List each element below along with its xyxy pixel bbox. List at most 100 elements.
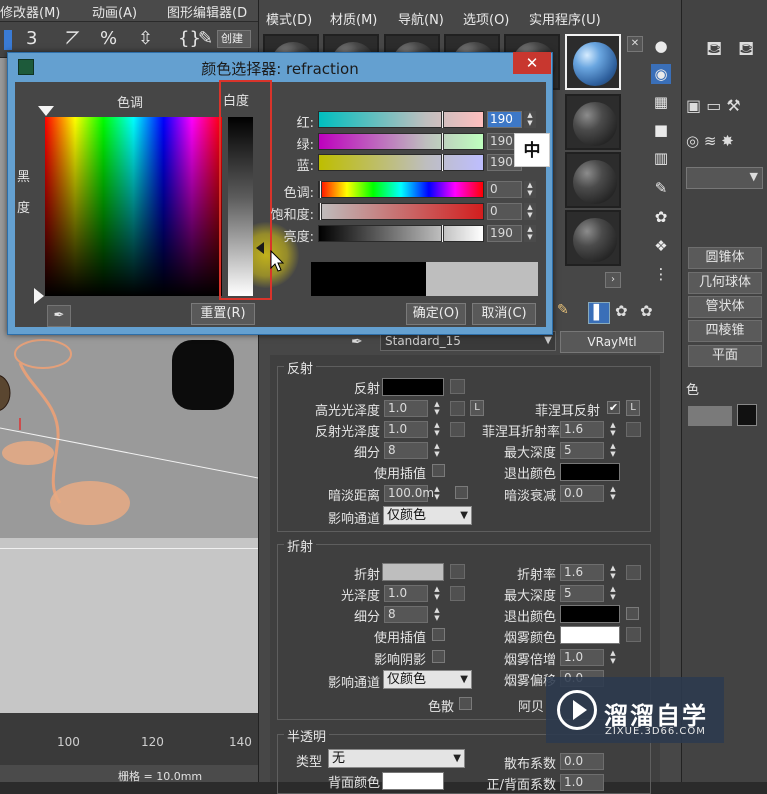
green-slider[interactable] [318,133,484,150]
material-slot[interactable] [565,152,621,208]
object-type-dropdown[interactable]: ▼ [686,167,763,189]
refract-color-swatch[interactable] [382,563,444,581]
material-navigator-icon[interactable]: ⋮ [651,264,671,284]
dim-distance-input[interactable]: 100.0m [384,485,434,502]
refr-gloss-input[interactable]: 1.0 [384,585,428,602]
dialog-close-button[interactable]: ✕ [513,52,551,74]
green-slider-handle[interactable] [441,133,444,150]
dim-distance-checkbox[interactable] [455,486,468,499]
value-value-input[interactable]: 190 [487,225,522,242]
ok-button[interactable]: 确定(O) [406,303,466,325]
teapot-icon[interactable]: ⛾ [706,36,722,63]
refl-exit-color-swatch[interactable] [560,463,620,481]
snap-3d-icon[interactable]: 3 [26,28,37,49]
refr-max-depth-input[interactable]: 5 [560,585,604,602]
pyramid-button[interactable]: 四棱锥 [688,320,762,342]
pick-material-icon[interactable]: ✎ [557,302,577,322]
blackness-marker[interactable] [34,288,44,304]
teapot-icon-2[interactable]: ⛾ [738,36,754,63]
ior-stepper[interactable]: ▲ ▼ [608,564,618,581]
material-slot-selected[interactable] [565,34,621,90]
material-type-button[interactable]: VRayMtl [560,331,664,353]
value-stepper[interactable]: ▲ ▼ [524,225,536,242]
background-checker-icon[interactable]: ▦ [651,92,671,112]
refract-map-button[interactable] [450,564,465,579]
blue-slider-handle[interactable] [441,154,444,171]
saturation-slider-handle[interactable] [319,203,322,220]
fresnel-ior-input[interactable]: 1.6 [560,421,604,438]
blue-slider[interactable] [318,154,484,171]
reflect-map-button[interactable] [450,379,465,394]
show-map-icon[interactable]: ▌ [588,302,610,324]
back-side-color-swatch[interactable] [382,772,444,790]
dispersion-checkbox[interactable] [459,697,472,710]
reset-button[interactable]: 重置(R) [191,303,255,325]
saturation-stepper[interactable]: ▲ ▼ [524,203,536,220]
percent-snap-icon[interactable]: % [100,28,117,49]
refr-use-interp-checkbox[interactable] [432,628,445,641]
time-ruler[interactable] [0,713,258,765]
refr-subdivs-stepper[interactable]: ▲ ▼ [432,606,442,623]
fog-color-map-button[interactable] [626,627,641,642]
show-end-result-icon[interactable]: ✿ [640,302,653,320]
refr-gloss-stepper[interactable]: ▲ ▼ [432,585,442,602]
translucency-type-dropdown[interactable]: 无 ▼ [328,749,465,768]
backlight-icon[interactable]: ◉ [651,64,671,84]
hilight-gloss-stepper[interactable]: ▲ ▼ [432,400,442,417]
material-effects-icon[interactable]: ✿ [615,302,628,320]
menu-utilities[interactable]: 实用程序(U) [529,9,601,28]
refl-subdivs-stepper[interactable]: ▲ ▼ [432,442,442,459]
toolbar-selected-icon[interactable] [4,30,12,50]
spinner-snap-icon[interactable]: ⇳ [138,28,153,49]
sample-type-icon[interactable]: ● [651,36,671,56]
fwd-back-coeff-input[interactable]: 1.0 [560,774,604,791]
fog-color-swatch[interactable] [560,626,620,644]
uv-tiling-icon[interactable]: ■ [651,120,671,140]
hue-channel-slider[interactable] [318,181,484,198]
ior-input[interactable]: 1.6 [560,564,604,581]
chevron-right-icon[interactable]: › [605,272,621,288]
fog-multiplier-stepper[interactable]: ▲ ▼ [608,649,618,666]
fresnel-ior-map-button[interactable] [626,422,641,437]
refl-affect-channels-dropdown[interactable]: 仅颜色 ▼ [383,506,472,525]
hue-value-input[interactable]: 0 [487,181,522,198]
create-selection-button[interactable]: 创建 [217,30,251,48]
select-by-material-icon[interactable]: ❖ [651,236,671,256]
menu-modes[interactable]: 模式(D) [266,9,312,28]
name-field[interactable] [688,406,732,426]
tube-button[interactable]: 管状体 [688,296,762,318]
saturation-slider[interactable] [318,203,484,220]
eyedropper-icon[interactable]: ✒ [351,334,363,350]
refr-affect-channels-dropdown[interactable]: 仅颜色 ▼ [383,670,472,689]
hue-stepper[interactable]: ▲ ▼ [524,181,536,198]
refr-subdivs-input[interactable]: 8 [384,606,428,623]
object-color-swatch[interactable] [737,404,757,426]
refl-max-depth-stepper[interactable]: ▲ ▼ [608,442,618,459]
dim-falloff-input[interactable]: 0.0 [560,485,604,502]
hilight-lock-button[interactable]: L [470,400,484,416]
panel-tab-icons[interactable]: ▣ ▭ ⚒ [686,96,741,115]
hue-slider-handle[interactable] [319,181,322,198]
refl-subdivs-input[interactable]: 8 [384,442,428,459]
dim-distance-stepper[interactable]: ▲ ▼ [432,485,442,502]
options-icon[interactable]: ✿ [651,207,671,227]
red-value-input[interactable]: 190 [487,111,522,128]
menu-material[interactable]: 材质(M) [330,9,377,28]
fresnel-lock-button[interactable]: L [626,400,640,416]
ior-map-button[interactable] [626,565,641,580]
refl-gloss-map-button[interactable] [450,422,465,437]
refr-exit-color-checkbox[interactable] [626,607,639,620]
refl-max-depth-input[interactable]: 5 [560,442,604,459]
cone-button[interactable]: 圆锥体 [688,247,762,269]
red-slider-handle[interactable] [441,111,444,128]
menu-navigation[interactable]: 导航(N) [398,9,444,28]
hue-blackness-field[interactable] [45,117,222,296]
refl-gloss-input[interactable]: 1.0 [384,421,428,438]
angle-snap-icon[interactable]: ⦢ [66,28,80,49]
material-slot[interactable] [565,210,621,266]
dim-falloff-stepper[interactable]: ▲ ▼ [608,485,618,502]
cancel-button[interactable]: 取消(C) [472,303,536,325]
refr-exit-color-swatch[interactable] [560,605,620,623]
refl-use-interp-checkbox[interactable] [432,464,445,477]
menu-options[interactable]: 选项(O) [463,9,509,28]
